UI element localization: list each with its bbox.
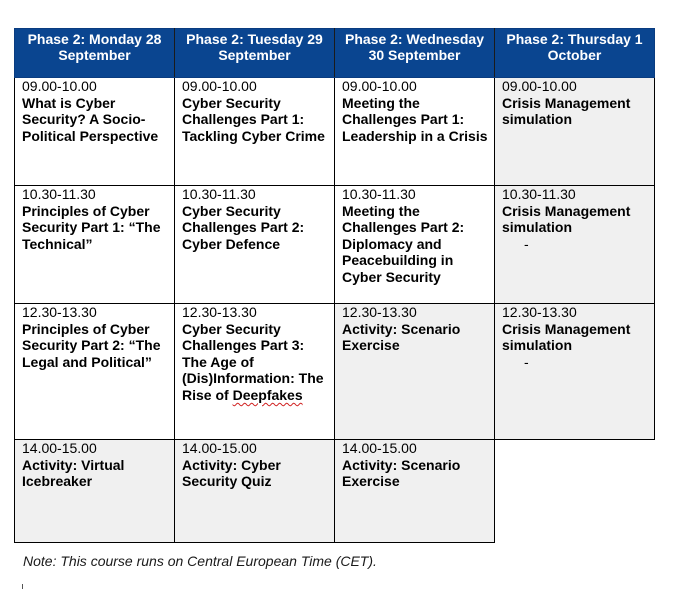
course-schedule-table: Phase 2: Monday 28 September Phase 2: Tu… <box>14 28 655 543</box>
session-cell: 09.00-10.00 Crisis Management simulation <box>494 77 655 186</box>
session-title: Principles of Cyber Security Part 2: “Th… <box>22 320 161 370</box>
session-title: Meeting the Challenges Part 2: Diplomacy… <box>342 202 465 285</box>
session-time: 12.30-13.30 <box>342 304 417 320</box>
session-time: 12.30-13.30 <box>502 304 577 320</box>
session-title: Activity: Scenario Exercise <box>342 456 461 490</box>
session-title: Meeting the Challenges Part 1: Leadershi… <box>342 94 488 144</box>
session-time: 10.30-11.30 <box>342 186 416 202</box>
session-cell: 12.30-13.30 Principles of Cyber Security… <box>14 303 175 440</box>
session-title: Activity: Scenario Exercise <box>342 320 461 354</box>
timezone-note: Note: This course runs on Central Europe… <box>23 553 377 569</box>
session-title: What is Cyber Security? A Socio-Politica… <box>22 94 159 144</box>
session-time: 14.00-15.00 <box>342 440 417 456</box>
table-row: 14.00-15.00 Activity: Virtual Icebreaker… <box>14 439 655 543</box>
table-row: 10.30-11.30 Principles of Cyber Security… <box>14 185 655 304</box>
session-cell: 14.00-15.00 Activity: Virtual Icebreaker <box>14 439 175 543</box>
session-cell: 10.30-11.30 Principles of Cyber Security… <box>14 185 175 304</box>
session-time: 09.00-10.00 <box>342 78 417 94</box>
session-cell: 10.30-11.30 Cyber Security Challenges Pa… <box>174 185 335 304</box>
spellcheck-flagged-word[interactable]: Deepfakes <box>233 387 303 403</box>
header-thursday: Phase 2: Thursday 1 October <box>494 28 655 78</box>
empty-cell <box>494 439 655 543</box>
session-title: Cyber Security Challenges Part 3: The Ag… <box>182 321 330 404</box>
table-row: 09.00-10.00 What is Cyber Security? A So… <box>14 77 655 186</box>
session-time: 09.00-10.00 <box>182 78 257 94</box>
session-title: Principles of Cyber Security Part 1: “Th… <box>22 202 161 252</box>
bullet-dash: - <box>524 235 529 252</box>
session-title: Activity: Cyber Security Quiz <box>182 456 281 490</box>
session-cell: 14.00-15.00 Activity: Scenario Exercise <box>334 439 495 543</box>
session-time: 10.30-11.30 <box>22 186 96 202</box>
session-time: 10.30-11.30 <box>502 186 576 202</box>
session-title: Crisis Management simulation <box>502 94 631 128</box>
session-cell: 09.00-10.00 Meeting the Challenges Part … <box>334 77 495 186</box>
session-cell: 10.30-11.30 Crisis Management simulation… <box>494 185 655 304</box>
header-row: Phase 2: Monday 28 September Phase 2: Tu… <box>14 28 655 78</box>
session-title: Cyber Security Challenges Part 2: Cyber … <box>182 202 305 252</box>
session-cell: 09.00-10.00 What is Cyber Security? A So… <box>14 77 175 186</box>
session-cell: 09.00-10.00 Cyber Security Challenges Pa… <box>174 77 335 186</box>
session-title: Activity: Virtual Icebreaker <box>22 456 125 490</box>
text-cursor-mark <box>22 584 23 589</box>
session-title: Crisis Management simulation <box>502 202 631 236</box>
session-title: Cyber Security Challenges Part 1: Tackli… <box>182 94 325 144</box>
session-time: 14.00-15.00 <box>182 440 257 456</box>
session-time: 12.30-13.30 <box>22 304 97 320</box>
bullet-dash: - <box>524 353 529 370</box>
session-time: 09.00-10.00 <box>502 78 577 94</box>
session-time: 09.00-10.00 <box>22 78 97 94</box>
session-time: 12.30-13.30 <box>182 304 257 320</box>
session-time: 14.00-15.00 <box>22 440 97 456</box>
header-monday: Phase 2: Monday 28 September <box>14 28 175 78</box>
session-time: 10.30-11.30 <box>182 186 256 202</box>
table-row: 12.30-13.30 Principles of Cyber Security… <box>14 303 655 440</box>
session-cell: 12.30-13.30 Crisis Management simulation… <box>494 303 655 440</box>
header-tuesday: Phase 2: Tuesday 29 September <box>174 28 335 78</box>
session-cell: 12.30-13.30 Activity: Scenario Exercise <box>334 303 495 440</box>
header-wednesday: Phase 2: Wednesday 30 September <box>334 28 495 78</box>
session-cell: 14.00-15.00 Activity: Cyber Security Qui… <box>174 439 335 543</box>
session-cell: 10.30-11.30 Meeting the Challenges Part … <box>334 185 495 304</box>
session-cell: 12.30-13.30 Cyber Security Challenges Pa… <box>174 303 335 440</box>
session-title: Crisis Management simulation <box>502 320 631 354</box>
